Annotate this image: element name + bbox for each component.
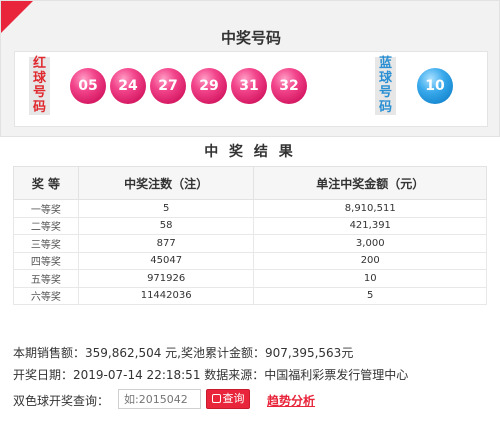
- query-button-label: 查询: [222, 392, 245, 405]
- sales-info: 本期销售额：359,862,504 元,奖池累计金额：907,395,563元: [13, 346, 354, 360]
- winner-count: 58: [77, 216, 255, 235]
- column-header-level: 奖 等: [13, 166, 79, 200]
- winner-count: 971926: [77, 269, 255, 288]
- winner-count: 877: [77, 234, 255, 253]
- blue-ball: 10: [417, 68, 453, 104]
- column-header-count: 中奖注数（注）: [77, 166, 255, 200]
- winner-count: 5: [77, 199, 255, 218]
- prize-level: 三等奖: [13, 234, 79, 253]
- prize-level: 五等奖: [13, 269, 79, 288]
- blue-label-char: 蓝: [378, 56, 392, 71]
- column-header-amount: 单注中奖金额（元）: [253, 166, 487, 200]
- table-row: 二等奖 58 421,391: [13, 216, 487, 235]
- trend-analysis-link[interactable]: 趋势分析: [267, 392, 315, 409]
- blue-label-char: 号: [378, 85, 392, 100]
- query-label: 双色球开奖查询：: [13, 394, 110, 408]
- winning-numbers-panel: 中奖号码 红 球 号 码 05 24 27 29 31 32 蓝 球 号 码 1…: [0, 0, 500, 137]
- red-ball: 29: [191, 68, 227, 104]
- red-label-char: 红: [32, 56, 46, 71]
- red-label-char: 球: [32, 70, 46, 86]
- winner-count: 45047: [77, 251, 255, 270]
- prize-level: 二等奖: [13, 216, 79, 235]
- table-row: 六等奖 11442036 5: [13, 286, 487, 305]
- prize-level: 一等奖: [13, 199, 79, 218]
- prize-amount: 8,910,511: [253, 199, 487, 218]
- prize-amount: 421,391: [253, 216, 487, 235]
- prize-table: 奖 等 中奖注数（注） 单注中奖金额（元） 一等奖 5 8,910,511 二等…: [13, 166, 487, 305]
- blue-label-char: 球: [378, 70, 392, 86]
- blue-ball-label: 蓝 球 号 码: [375, 56, 396, 115]
- table-row: 一等奖 5 8,910,511: [13, 199, 487, 218]
- winner-count: 11442036: [77, 286, 255, 305]
- prize-amount: 10: [253, 269, 487, 288]
- red-ball: 24: [110, 68, 146, 104]
- draw-date-info: 开奖日期：2019-07-14 22:18:51 数据来源：中国福利彩票发行管理…: [13, 368, 409, 382]
- search-icon: [211, 394, 221, 403]
- red-ball: 32: [271, 68, 307, 104]
- prize-amount: 5: [253, 286, 487, 305]
- prize-level: 六等奖: [13, 286, 79, 305]
- prize-level: 四等奖: [13, 251, 79, 270]
- balls-box: 红 球 号 码 05 24 27 29 31 32 蓝 球 号 码 10: [14, 51, 488, 127]
- red-ball: 05: [70, 68, 106, 104]
- red-ball: 31: [231, 68, 267, 104]
- table-row: 三等奖 877 3,000: [13, 234, 487, 253]
- draw-number-input[interactable]: [118, 389, 201, 409]
- blue-label-char: 码: [378, 99, 392, 115]
- winning-numbers-title: 中奖号码: [220, 29, 281, 47]
- table-header-row: 奖 等 中奖注数（注） 单注中奖金额（元）: [13, 166, 487, 200]
- prize-amount: 200: [253, 251, 487, 270]
- table-row: 五等奖 971926 10: [13, 269, 487, 288]
- table-row: 四等奖 45047 200: [13, 251, 487, 270]
- red-ball: 27: [150, 68, 186, 104]
- results-panel: 中 奖 结 果 奖 等 中奖注数（注） 单注中奖金额（元） 一等奖 5 8,91…: [13, 140, 487, 320]
- prize-amount: 3,000: [253, 234, 487, 253]
- results-title: 中 奖 结 果: [204, 144, 296, 160]
- red-label-char: 号: [32, 85, 46, 100]
- query-row: 双色球开奖查询： 查询 趋势分析: [13, 389, 493, 411]
- query-button[interactable]: 查询: [206, 389, 250, 409]
- red-ball-label: 红 球 号 码: [29, 56, 50, 115]
- red-label-char: 码: [32, 99, 46, 115]
